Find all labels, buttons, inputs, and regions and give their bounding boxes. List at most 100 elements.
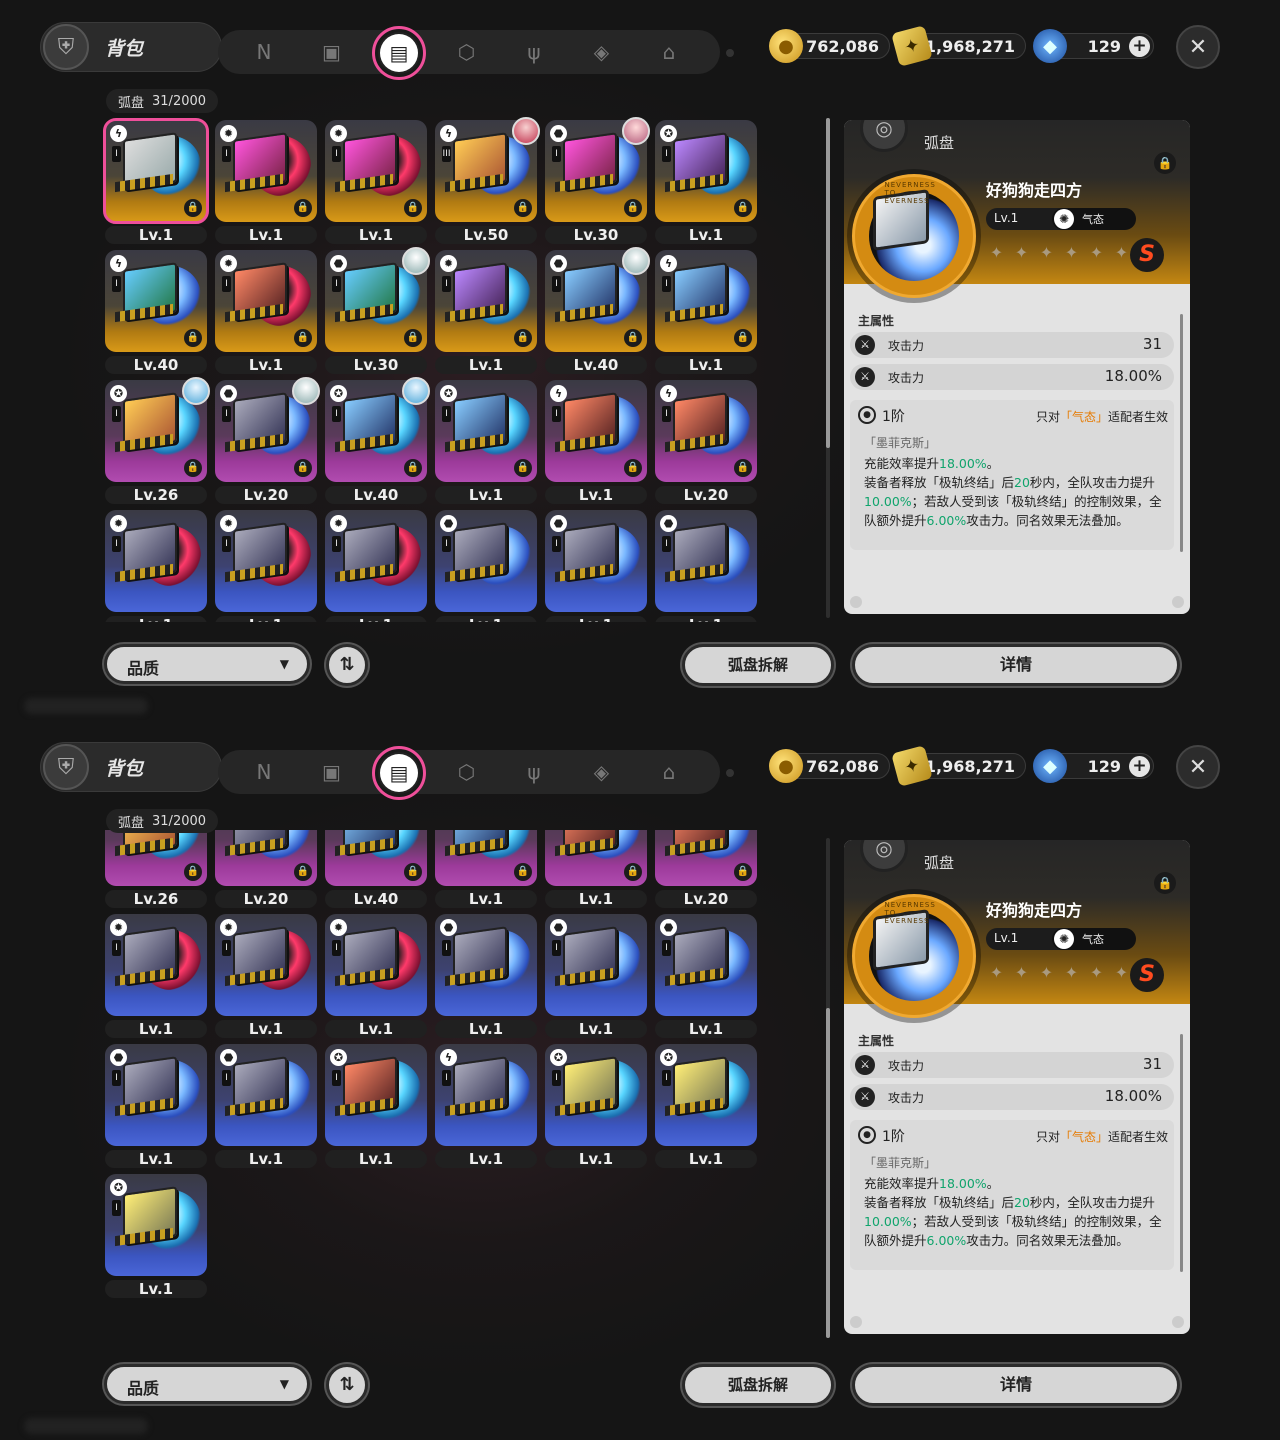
disc-item[interactable]: ϟI🔒Lv.1: [545, 830, 647, 908]
detail-scrollbar[interactable]: [1180, 1034, 1183, 1272]
disc-item[interactable]: ⬣ I 🔒 Lv.30: [325, 247, 430, 374]
disc-item[interactable]: ϟ III 🔒 Lv.50: [435, 117, 540, 244]
disc-item[interactable]: ✪ I Lv.1: [655, 1044, 757, 1168]
disc-item[interactable]: ✪I🔒Lv.1: [435, 830, 537, 908]
disc-item[interactable]: ⬣ILv.1: [545, 914, 647, 1038]
disc-item[interactable]: ✪I🔒Lv.26: [105, 377, 210, 504]
disc-item[interactable]: ✪I🔒Lv.40: [325, 830, 427, 908]
description-text: 装备者释放「极轨终结」后: [864, 475, 1015, 490]
disc-item[interactable]: ⬣ILv.1: [215, 1044, 317, 1168]
tab-disc-icon[interactable]: ▤: [372, 26, 426, 80]
disc-item[interactable]: ϟI🔒Lv.1: [103, 118, 209, 244]
disc-item[interactable]: ✹ I 🔒 Lv.1: [435, 250, 537, 374]
disc-item[interactable]: ✹ILv.1: [215, 510, 317, 622]
disc-item[interactable]: ✹ I 🔒 Lv.1: [215, 120, 317, 244]
star-icon: ✦: [989, 243, 1004, 262]
tab-disc-icon[interactable]: ▤: [372, 746, 426, 800]
disc-item[interactable]: ⬣ILv.1: [655, 914, 757, 1038]
star-icon: ✦: [1064, 243, 1079, 262]
lock-icon: 🔒: [514, 863, 532, 881]
scrollbar-thumb[interactable]: [826, 1008, 830, 1338]
disassemble-button[interactable]: 弧盘拆解: [682, 1364, 834, 1406]
disc-item[interactable]: ✹ILv.1: [105, 914, 207, 1038]
sort-order-button[interactable]: ⇅: [326, 1364, 368, 1406]
tab-box-icon[interactable]: ⬡: [449, 34, 485, 70]
lock-icon: 🔒: [184, 199, 202, 217]
bag-header: ⛨ 背包: [40, 742, 222, 792]
disc-item[interactable]: ⬣ILv.1: [435, 914, 537, 1038]
tab-house-icon[interactable]: ⌂: [651, 754, 687, 790]
disc-item[interactable]: ✹ILv.1: [105, 510, 207, 622]
disc-item[interactable]: ⬣ILv.1: [655, 510, 757, 622]
disc-item[interactable]: ✪ I Lv.1: [325, 1044, 427, 1168]
close-button[interactable]: ✕: [1176, 25, 1220, 69]
grid-scrollbar[interactable]: [826, 838, 830, 1338]
disc-item[interactable]: ⬣ILv.1: [545, 510, 647, 622]
disc-item[interactable]: ⬣I🔒Lv.20: [215, 377, 320, 504]
disc-item[interactable]: ✪I🔒Lv.1: [435, 380, 537, 504]
disc-item[interactable]: ✪ I Lv.1: [545, 1044, 647, 1168]
disc-item[interactable]: ⬣ I 🔒 Lv.30: [545, 117, 650, 244]
disc-item[interactable]: ⬣ILv.1: [435, 510, 537, 622]
disc-item[interactable]: ϟI🔒Lv.1: [545, 380, 647, 504]
disassemble-button[interactable]: 弧盘拆解: [682, 644, 834, 686]
scrollbar-thumb[interactable]: [826, 118, 830, 448]
refine-stars: ✦ ✦ ✦ ✦ ✦ ✦: [988, 244, 1130, 261]
disc-item[interactable]: ✪ I Lv.1: [105, 1174, 207, 1298]
tab-food-icon[interactable]: ψ: [516, 754, 552, 790]
tab-house-icon[interactable]: ⌂: [651, 34, 687, 70]
disc-item[interactable]: ✪I🔒Lv.1: [655, 120, 757, 244]
disc-item[interactable]: ϟI🔒Lv.20: [655, 380, 757, 504]
disc-item[interactable]: ϟI🔒Lv.20: [655, 830, 757, 908]
disc-item[interactable]: ✹ILv.1: [325, 510, 427, 622]
description-text: 秒内，全队攻击力提升: [1029, 1195, 1155, 1210]
tab-cube-icon[interactable]: ◈: [584, 754, 620, 790]
add-currency-button[interactable]: +: [1129, 36, 1150, 57]
tab-gameboy-icon[interactable]: ▣: [314, 34, 350, 70]
sort-order-button[interactable]: ⇅: [326, 644, 368, 686]
tab-food-icon[interactable]: ψ: [516, 34, 552, 70]
disc-card: ϟI 🔒: [655, 250, 757, 352]
disc-item[interactable]: ⬣I🔒Lv.20: [215, 830, 317, 908]
disc-item[interactable]: ⬣ I 🔒 Lv.40: [545, 247, 650, 374]
disc-tier: I: [662, 406, 671, 422]
disc-item[interactable]: ϟI🔒Lv.1: [655, 250, 757, 374]
tab-cube-icon[interactable]: ◈: [584, 34, 620, 70]
disc-item[interactable]: ✹ILv.1: [325, 914, 427, 1038]
disc-card: ⬣ I: [215, 1044, 317, 1146]
details-button[interactable]: 详情: [852, 644, 1180, 686]
currency-value: 1,968,271: [924, 756, 1015, 776]
inventory-label: 弧盘: [118, 95, 145, 111]
disc-item[interactable]: ϟ I 🔒 Lv.40: [105, 250, 207, 374]
close-button[interactable]: ✕: [1176, 745, 1220, 789]
tab-agent-icon[interactable]: N: [246, 34, 282, 70]
disc-card: ✹ I 🔒: [215, 250, 317, 352]
quality-filter-dropdown[interactable]: 品质 ▼: [104, 644, 310, 684]
detail-scrollbar[interactable]: [1180, 314, 1183, 552]
tab-box-icon[interactable]: ⬡: [449, 754, 485, 790]
disc-level: Lv.1: [105, 1150, 207, 1168]
equipped-agent-avatar: [402, 377, 430, 405]
disc-item[interactable]: ✹ILv.1: [215, 914, 317, 1038]
lock-toggle-icon[interactable]: 🔒: [1154, 872, 1176, 894]
bottom-toolbar: 品质 ▼ ⇅ 弧盘拆解 详情: [0, 1360, 1280, 1410]
gas-attribute-icon: ✺: [1054, 209, 1074, 229]
ring-text: NEVERNESS TO EVERNESS: [884, 901, 936, 925]
disc-item[interactable]: ✹ I 🔒 Lv.1: [215, 250, 317, 374]
fire-spec-icon: ✹: [110, 515, 127, 532]
grid-scrollbar[interactable]: [826, 118, 830, 618]
backpack-icon: ⛨: [43, 24, 89, 70]
details-button[interactable]: 详情: [852, 1364, 1180, 1406]
lock-toggle-icon[interactable]: 🔒: [1154, 152, 1176, 174]
tab-agent-icon[interactable]: N: [246, 754, 282, 790]
tab-gameboy-icon[interactable]: ▣: [314, 754, 350, 790]
disc-item[interactable]: ϟ I Lv.1: [435, 1044, 537, 1168]
disc-tier: I: [112, 146, 121, 162]
disc-item[interactable]: ⬣ILv.1: [105, 1044, 207, 1168]
quality-filter-dropdown[interactable]: 品质 ▼: [104, 1364, 310, 1404]
disc-item[interactable]: ✹ I 🔒 Lv.1: [325, 120, 427, 244]
disc-item[interactable]: ✪I🔒Lv.40: [325, 377, 430, 504]
category-tabs: N ▣ ▤ ⬡ ψ ◈ ⌂: [218, 26, 720, 80]
add-currency-button[interactable]: +: [1129, 756, 1150, 777]
disc-item[interactable]: ✪I🔒Lv.26: [105, 830, 207, 908]
